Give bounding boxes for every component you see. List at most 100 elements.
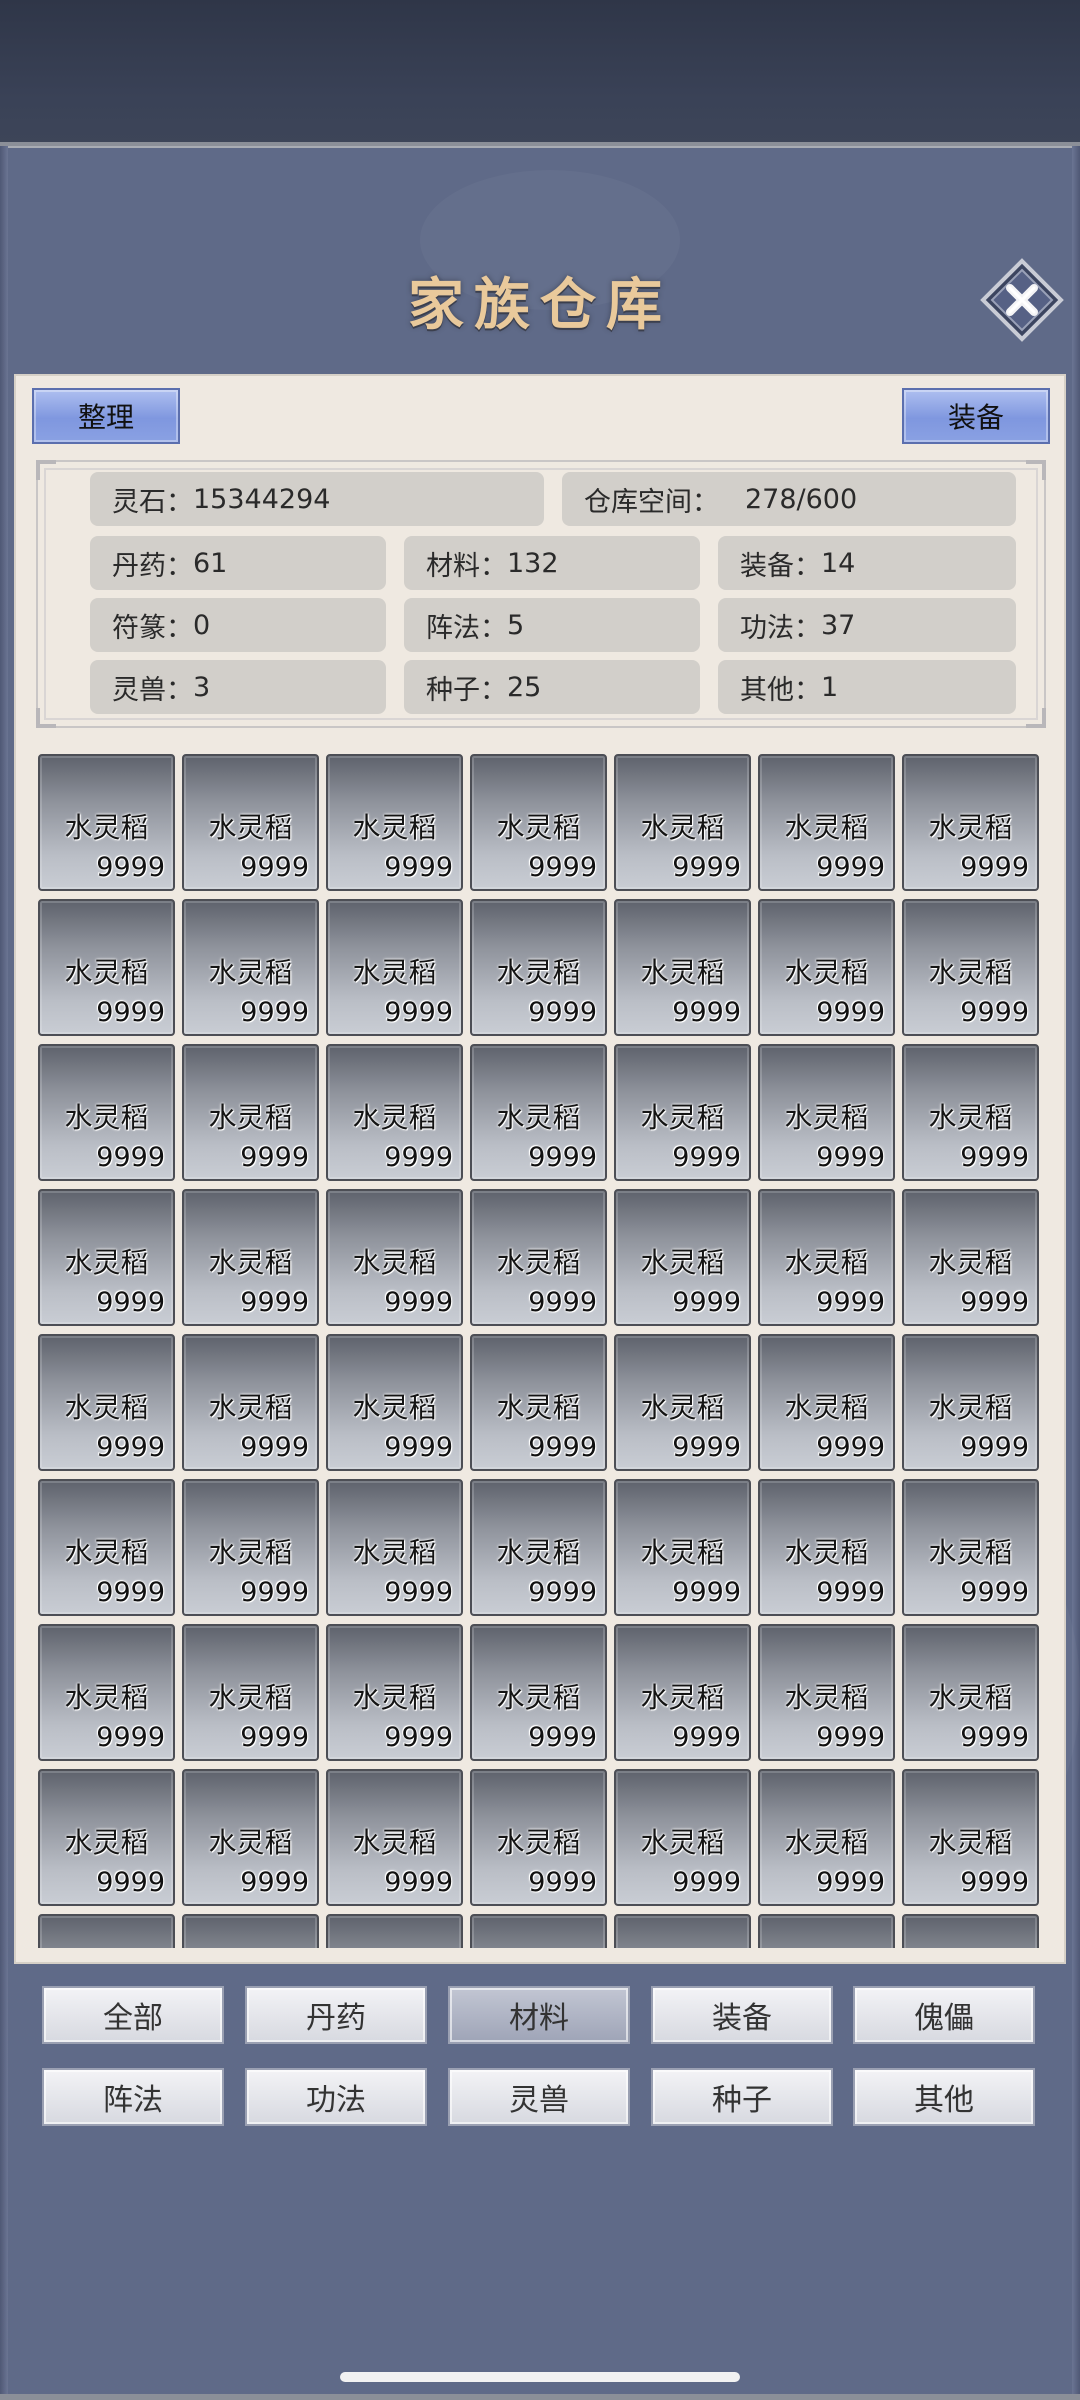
frame-edge-left [0, 146, 8, 2400]
item-name: 水灵稻 [64, 1101, 149, 1134]
item-slot[interactable]: 水灵稻9999 [902, 1769, 1039, 1906]
item-slot[interactable]: 水灵稻9999 [902, 1624, 1039, 1761]
stat-value: 14 [821, 547, 856, 579]
item-slot[interactable]: 水灵稻9999 [326, 1044, 463, 1181]
item-name: 水灵稻 [208, 1246, 293, 1279]
category-tab[interactable]: 种子 [651, 2068, 833, 2126]
item-slot[interactable]: 水灵稻9999 [326, 1479, 463, 1616]
item-slot[interactable]: 水灵稻9999 [470, 1914, 607, 1948]
category-tab[interactable]: 材料 [448, 1986, 630, 2044]
item-slot[interactable]: 水灵稻9999 [326, 1334, 463, 1471]
item-slot[interactable]: 水灵稻9999 [614, 899, 751, 1036]
item-slot[interactable]: 水灵稻9999 [902, 1479, 1039, 1616]
stat-pills: 丹药： 61 [90, 536, 386, 590]
item-slot[interactable]: 水灵稻9999 [326, 899, 463, 1036]
equip-button[interactable]: 装备 [902, 388, 1050, 444]
stat-value: 278/600 [745, 483, 858, 515]
item-grid-scroll[interactable]: 水灵稻 9999 水灵稻 9999 水灵稻 9999 水灵稻 9999 水灵稻 9999 水灵稻 99… [38, 748, 1046, 1948]
item-slot[interactable]: 水灵稻9999 [38, 1189, 175, 1326]
item-slot[interactable]: 水灵稻9999 [38, 1334, 175, 1471]
sort-button[interactable]: 整理 [32, 388, 180, 444]
category-tab[interactable]: 阵法 [42, 2068, 224, 2126]
category-tab[interactable]: 功法 [245, 2068, 427, 2126]
item-slot[interactable]: 水灵稻9999 [182, 1479, 319, 1616]
item-slot[interactable]: 水灵稻9999 [470, 754, 607, 891]
item-slot[interactable]: 水灵稻9999 [758, 1914, 895, 1948]
item-count: 9999 [960, 997, 1029, 1028]
item-count: 9999 [960, 1432, 1029, 1463]
category-tab[interactable]: 装备 [651, 1986, 833, 2044]
item-slot[interactable]: 水灵稻9999 [182, 1044, 319, 1181]
item-slot[interactable]: 水灵稻9999 [614, 1334, 751, 1471]
category-tab[interactable]: 全部 [42, 1986, 224, 2044]
stat-techniques: 功法： 37 [718, 598, 1016, 652]
item-slot[interactable]: 水灵稻9999 [470, 1479, 607, 1616]
item-slot[interactable]: 水灵稻9999 [182, 1624, 319, 1761]
item-slot[interactable]: 水灵稻9999 [182, 1189, 319, 1326]
item-slot[interactable]: 水灵稻9999 [182, 1914, 319, 1948]
item-slot[interactable]: 水灵稻9999 [470, 1769, 607, 1906]
stat-value: 15344294 [193, 483, 331, 515]
item-slot[interactable]: 水灵稻9999 [38, 899, 175, 1036]
item-slot[interactable]: 水灵稻9999 [902, 754, 1039, 891]
item-slot[interactable]: 水灵稻9999 [182, 754, 319, 891]
item-name: 水灵稻 [640, 1246, 725, 1279]
item-slot[interactable]: 水灵稻9999 [758, 1769, 895, 1906]
item-slot[interactable]: 水灵稻9999 [758, 1479, 895, 1616]
item-slot[interactable]: 水灵稻9999 [614, 1769, 751, 1906]
item-slot[interactable]: 水灵稻9999 [38, 1044, 175, 1181]
item-slot[interactable]: 水灵稻9999 [326, 1189, 463, 1326]
item-slot[interactable]: 水灵稻9999 [470, 1189, 607, 1326]
item-slot[interactable]: 水灵稻9999 [182, 899, 319, 1036]
item-slot[interactable]: 水灵稻9999 [614, 1914, 751, 1948]
item-slot[interactable]: 水灵稻9999 [38, 1914, 175, 1948]
page-title: 家族仓库 [408, 272, 672, 338]
item-slot[interactable]: 水灵稻9999 [470, 1044, 607, 1181]
item-slot[interactable]: 水灵稻9999 [614, 1044, 751, 1181]
item-slot[interactable]: 水灵稻9999 [902, 1044, 1039, 1181]
category-tab[interactable]: 其他 [853, 2068, 1035, 2126]
stat-label: 灵石： [112, 486, 193, 518]
item-slot[interactable]: 水灵稻9999 [326, 754, 463, 891]
item-count: 9999 [672, 1142, 741, 1173]
item-slot[interactable]: 水灵稻9999 [758, 1334, 895, 1471]
item-slot[interactable]: 水灵稻9999 [182, 1769, 319, 1906]
category-tab[interactable]: 丹药 [245, 1986, 427, 2044]
stat-value: 37 [821, 609, 856, 641]
close-button[interactable] [980, 258, 1064, 342]
category-tab[interactable]: 傀儡 [853, 1986, 1035, 2044]
item-slot[interactable]: 水灵稻9999 [758, 1189, 895, 1326]
item-count: 9999 [96, 997, 165, 1028]
item-slot[interactable]: 水灵稻9999 [326, 1769, 463, 1906]
item-slot[interactable]: 水灵稻9999 [470, 899, 607, 1036]
stat-label: 阵法： [426, 612, 507, 644]
item-slot[interactable]: 水灵稻9999 [38, 1769, 175, 1906]
item-slot[interactable]: 水灵稻9999 [38, 1624, 175, 1761]
item-slot[interactable]: 水灵稻9999 [758, 1624, 895, 1761]
item-slot[interactable]: 水灵稻9999 [902, 1189, 1039, 1326]
home-indicator[interactable] [340, 2372, 740, 2382]
item-slot[interactable]: 水灵稻9999 [902, 899, 1039, 1036]
stat-value: 61 [193, 547, 228, 579]
item-slot[interactable]: 水灵稻9999 [758, 1044, 895, 1181]
item-slot[interactable]: 水灵稻9999 [326, 1914, 463, 1948]
item-name: 水灵稻 [352, 1536, 437, 1569]
item-slot[interactable]: 水灵稻9999 [470, 1624, 607, 1761]
item-slot[interactable]: 水灵稻9999 [614, 1624, 751, 1761]
item-slot[interactable]: 水灵稻9999 [758, 754, 895, 891]
item-slot[interactable]: 水灵稻9999 [38, 754, 175, 891]
item-slot[interactable]: 水灵稻9999 [326, 1624, 463, 1761]
item-count: 9999 [672, 1867, 741, 1898]
item-slot[interactable]: 水灵稻9999 [470, 1334, 607, 1471]
item-slot[interactable]: 水灵稻9999 [902, 1334, 1039, 1471]
item-slot[interactable]: 水灵稻9999 [38, 1479, 175, 1616]
item-slot[interactable]: 水灵稻9999 [614, 1189, 751, 1326]
corner-ornament [1026, 460, 1046, 480]
item-count: 9999 [816, 1867, 885, 1898]
item-slot[interactable]: 水灵稻9999 [614, 754, 751, 891]
item-slot[interactable]: 水灵稻9999 [182, 1334, 319, 1471]
item-slot[interactable]: 水灵稻9999 [614, 1479, 751, 1616]
item-slot[interactable]: 水灵稻9999 [902, 1914, 1039, 1948]
category-tab[interactable]: 灵兽 [448, 2068, 630, 2126]
item-slot[interactable]: 水灵稻9999 [758, 899, 895, 1036]
